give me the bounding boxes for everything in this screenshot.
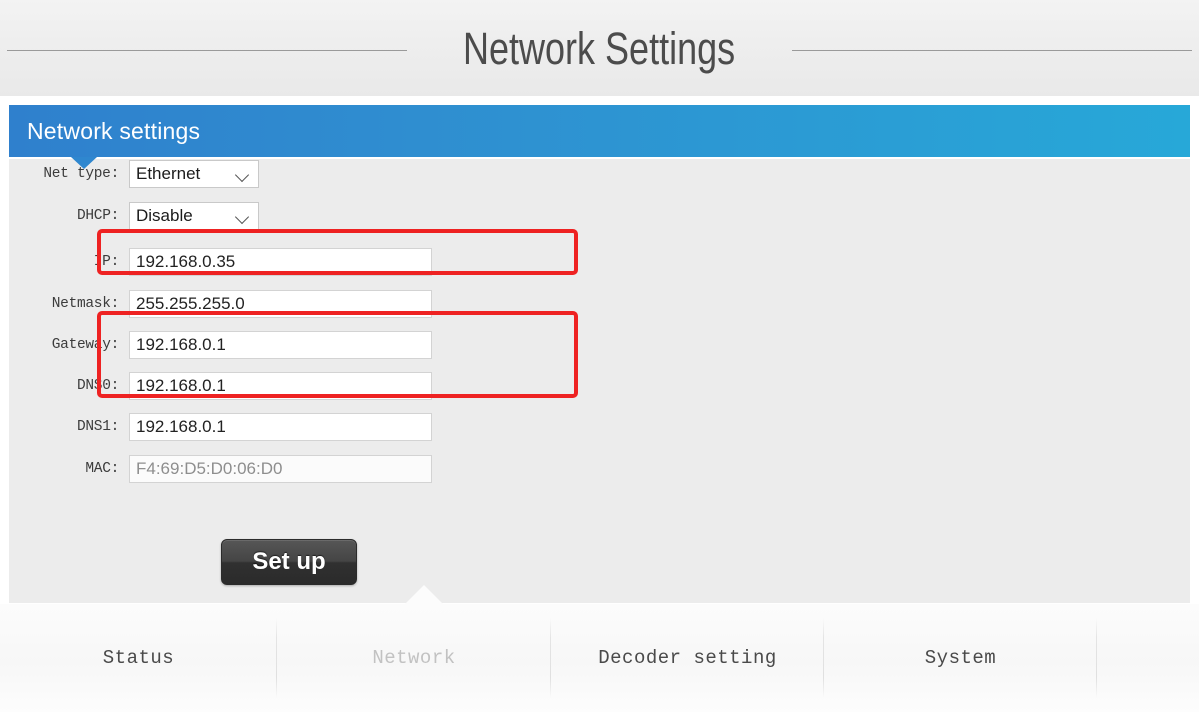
select-value: Ethernet bbox=[136, 164, 201, 183]
input-dns0[interactable] bbox=[129, 372, 432, 400]
field-control bbox=[129, 248, 432, 276]
field-label-netmask: Netmask: bbox=[51, 296, 120, 312]
field-label-ip: IP: bbox=[93, 254, 120, 270]
input-dns1[interactable] bbox=[129, 413, 432, 441]
page-title: Network Settings bbox=[463, 22, 736, 74]
tab-system[interactable]: System bbox=[824, 604, 1097, 712]
tabbar-right-spacer bbox=[1097, 604, 1199, 712]
bottom-tab-bar: Status Network Decoder setting System bbox=[0, 604, 1199, 712]
field-label-dhcp: DHCP: bbox=[76, 208, 119, 224]
page-title-row: Network Settings bbox=[0, 0, 1199, 96]
field-label-gateway: Gateway: bbox=[51, 337, 120, 353]
panel-header: Network settings bbox=[9, 105, 1190, 159]
chevron-down-icon bbox=[237, 212, 249, 224]
field-label-dns1: DNS1: bbox=[76, 419, 119, 435]
set-up-button[interactable]: Set up bbox=[221, 539, 357, 585]
form-row: DNS0: bbox=[9, 371, 432, 401]
field-label-mac: MAC: bbox=[85, 461, 119, 477]
input-gateway[interactable] bbox=[129, 331, 432, 359]
chevron-down-icon bbox=[237, 170, 249, 182]
input-netmask[interactable] bbox=[129, 290, 432, 318]
page-header: Network Settings bbox=[0, 0, 1199, 96]
input-ip[interactable] bbox=[129, 248, 432, 276]
field-control bbox=[129, 413, 432, 441]
active-tab-pointer-triangle bbox=[405, 585, 443, 604]
field-control: Disable bbox=[129, 202, 259, 230]
tab-decoder-setting[interactable]: Decoder setting bbox=[551, 604, 824, 712]
title-rule-left bbox=[7, 49, 408, 51]
form-row: MAC: bbox=[9, 454, 432, 484]
field-control bbox=[129, 372, 432, 400]
panel-header-title: Network settings bbox=[27, 118, 201, 144]
field-control: Ethernet bbox=[129, 160, 259, 188]
form-row: DNS1: bbox=[9, 412, 432, 442]
tab-network[interactable]: Network bbox=[277, 604, 551, 712]
content-panel: Network settings Net type: Ethernet DHCP: D… bbox=[8, 104, 1191, 604]
form-row: DHCP: Disable bbox=[9, 201, 259, 231]
field-label-dns0: DNS0: bbox=[76, 378, 119, 394]
select-value: Disable bbox=[136, 206, 193, 225]
form-row: Net type: Ethernet bbox=[9, 159, 259, 189]
header-pointer-triangle bbox=[71, 157, 97, 169]
input-mac bbox=[129, 455, 432, 483]
form-row: IP: bbox=[9, 247, 432, 277]
field-control bbox=[129, 455, 432, 483]
title-rule-right bbox=[791, 49, 1192, 51]
select-nettype[interactable]: Ethernet bbox=[129, 160, 259, 188]
form-row: Gateway: bbox=[9, 330, 432, 360]
form-row: Netmask: bbox=[9, 289, 432, 319]
field-control bbox=[129, 331, 432, 359]
tab-status[interactable]: Status bbox=[0, 604, 277, 712]
select-dhcp[interactable]: Disable bbox=[129, 202, 259, 230]
field-control bbox=[129, 290, 432, 318]
field-label-nettype: Net type: bbox=[43, 166, 119, 182]
